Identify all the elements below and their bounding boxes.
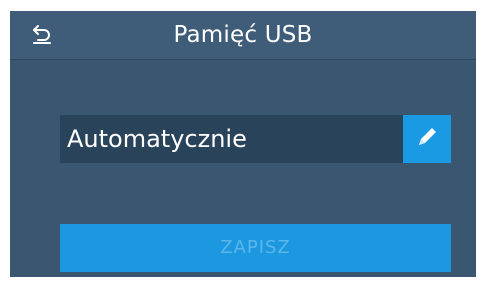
header-bar: Pamięć USB — [10, 11, 476, 60]
usb-memory-screen: Pamięć USB Automatycznie ZAPISZ — [10, 11, 476, 277]
back-arrow-icon — [31, 23, 53, 49]
pencil-icon — [414, 124, 440, 154]
page-title: Pamięć USB — [173, 22, 313, 48]
mode-field-value: Automatycznie — [67, 125, 247, 153]
mode-field: Automatycznie — [60, 115, 403, 163]
back-button[interactable] — [28, 22, 56, 50]
save-button[interactable]: ZAPISZ — [60, 224, 451, 272]
edit-button[interactable] — [403, 115, 451, 163]
